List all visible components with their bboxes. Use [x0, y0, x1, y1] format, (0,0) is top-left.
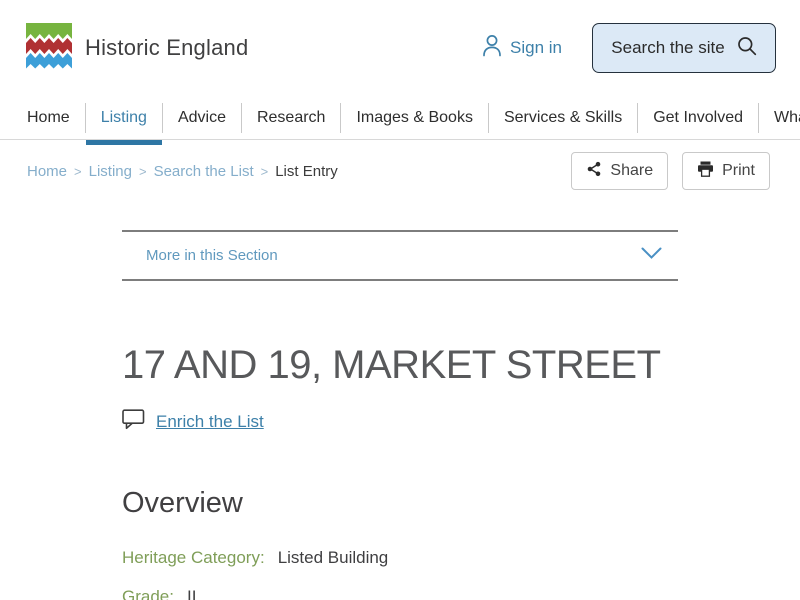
share-button[interactable]: Share	[571, 152, 668, 190]
brand[interactable]: Historic England	[26, 23, 248, 74]
heritage-category-value: Listed Building	[278, 548, 389, 568]
search-site-button[interactable]: Search the site	[592, 23, 776, 73]
grade-label: Grade:	[122, 587, 174, 600]
enrich-the-list: Enrich the List	[122, 409, 678, 435]
historic-england-logo-icon	[26, 23, 72, 74]
breadcrumb-current: List Entry	[275, 163, 338, 180]
breadcrumb-chevron-icon: >	[261, 164, 269, 179]
breadcrumb-bar: Home > Listing > Search the List > List …	[0, 140, 800, 190]
breadcrumb-link-search-the-list[interactable]: Search the List	[154, 163, 254, 180]
sign-in-link[interactable]: Sign in	[482, 34, 562, 62]
speech-bubble-icon	[122, 409, 145, 435]
site-header: Historic England Sign in Search the site	[0, 0, 800, 96]
breadcrumb: Home > Listing > Search the List > List …	[27, 163, 338, 180]
nav-item-get-involved[interactable]: Get Involved	[637, 103, 758, 133]
user-icon	[482, 34, 502, 62]
nav-item-home[interactable]: Home	[27, 103, 85, 133]
grade-value: II	[187, 587, 196, 600]
overview-heading: Overview	[122, 487, 678, 520]
main-content: More in this Section 17 AND 19, MARKET S…	[122, 230, 678, 600]
chevron-down-icon	[641, 247, 662, 265]
heritage-category-row: Heritage Category: Listed Building	[122, 548, 678, 568]
share-button-label: Share	[610, 162, 653, 180]
more-in-section-label: More in this Section	[146, 247, 278, 264]
share-icon	[586, 161, 602, 182]
nav-item-advice[interactable]: Advice	[162, 103, 241, 133]
nav-item-whats-new[interactable]: What's New	[758, 103, 800, 133]
page-title: 17 AND 19, MARKET STREET	[122, 343, 678, 387]
heritage-category-label: Heritage Category:	[122, 548, 265, 568]
search-button-label: Search the site	[611, 38, 724, 58]
nav-item-listing[interactable]: Listing	[85, 103, 162, 133]
sign-in-label: Sign in	[510, 38, 562, 58]
nav-item-images-books[interactable]: Images & Books	[340, 103, 488, 133]
nav-item-research[interactable]: Research	[241, 103, 340, 133]
search-icon	[737, 36, 757, 61]
print-icon	[697, 161, 714, 182]
brand-name: Historic England	[85, 35, 248, 61]
print-button[interactable]: Print	[682, 152, 770, 190]
breadcrumb-chevron-icon: >	[74, 164, 82, 179]
main-nav: Home Listing Advice Research Images & Bo…	[0, 96, 800, 140]
nav-item-services-skills[interactable]: Services & Skills	[488, 103, 637, 133]
print-button-label: Print	[722, 162, 755, 180]
more-in-section-toggle[interactable]: More in this Section	[122, 230, 678, 281]
grade-row: Grade: II	[122, 587, 678, 600]
enrich-the-list-link[interactable]: Enrich the List	[156, 412, 264, 432]
breadcrumb-chevron-icon: >	[139, 164, 147, 179]
breadcrumb-link-listing[interactable]: Listing	[89, 163, 132, 180]
breadcrumb-link-home[interactable]: Home	[27, 163, 67, 180]
